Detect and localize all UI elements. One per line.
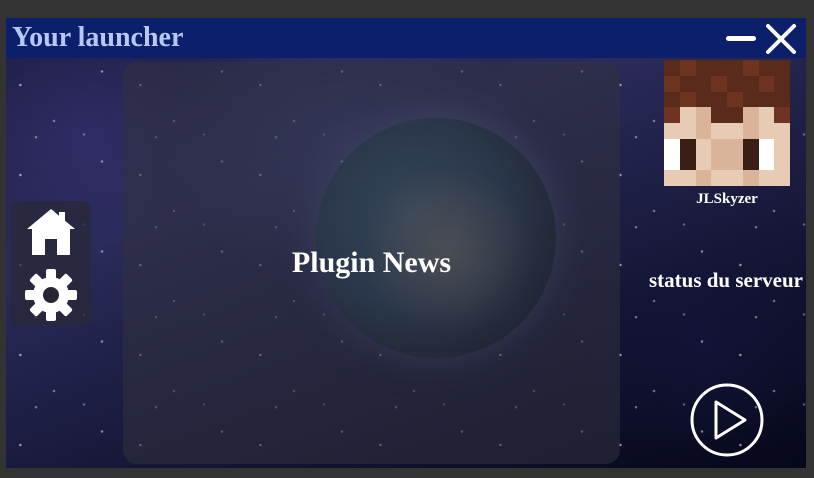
avatar-pixel — [711, 60, 727, 76]
avatar-pixel — [679, 138, 696, 155]
avatar-pixel — [774, 170, 790, 186]
avatar-pixel — [679, 60, 696, 76]
avatar-pixel — [774, 138, 790, 155]
avatar-pixel — [774, 91, 790, 108]
avatar-pixel — [711, 75, 727, 92]
server-status: status du serveur — [648, 268, 803, 292]
avatar-pixel — [727, 91, 743, 108]
avatar-pixel — [664, 75, 680, 92]
avatar-pixel — [727, 154, 743, 171]
play-icon — [690, 383, 764, 457]
avatar-pixel — [711, 91, 727, 108]
avatar-pixel — [679, 170, 696, 186]
title-bar[interactable]: Your launcher — [6, 18, 806, 58]
avatar-pixel — [711, 170, 727, 186]
avatar-pixel — [679, 91, 696, 108]
avatar-pixel — [695, 60, 712, 76]
avatar-pixel — [727, 107, 743, 123]
avatar-pixel — [664, 154, 680, 171]
avatar-pixel — [664, 123, 680, 139]
avatar-pixel — [774, 60, 790, 76]
avatar-pixel — [727, 138, 743, 155]
avatar-pixel — [695, 154, 712, 171]
side-menu — [11, 201, 91, 326]
avatar-pixel — [774, 154, 790, 171]
avatar-pixel — [679, 107, 696, 123]
avatar-pixel — [664, 91, 680, 108]
home-button[interactable] — [23, 205, 79, 259]
avatar-pixel — [742, 170, 759, 186]
avatar-pixel — [727, 123, 743, 139]
minimize-button[interactable] — [724, 22, 758, 54]
avatar-pixel — [742, 91, 759, 108]
avatar-pixel — [742, 138, 759, 155]
avatar-pixel — [742, 60, 759, 76]
avatar-pixel — [727, 60, 743, 76]
gear-icon — [25, 269, 77, 321]
avatar-pixel — [679, 123, 696, 139]
avatar-pixel — [695, 91, 712, 108]
avatar-pixel — [774, 107, 790, 123]
avatar-pixel — [758, 107, 775, 123]
avatar-pixel — [695, 107, 712, 123]
avatar-pixel — [664, 170, 680, 186]
avatar-pixel — [742, 154, 759, 171]
settings-button[interactable] — [23, 267, 79, 323]
avatar-pixel — [758, 91, 775, 108]
avatar-pixel — [664, 107, 680, 123]
avatar-pixel — [695, 123, 712, 139]
avatar-pixel — [664, 60, 680, 76]
close-button[interactable] — [764, 22, 798, 56]
avatar-pixel — [679, 75, 696, 92]
avatar-pixel — [774, 123, 790, 139]
avatar-pixel — [711, 154, 727, 171]
avatar-pixel — [758, 123, 775, 139]
avatar-pixel — [758, 60, 775, 76]
play-button[interactable] — [689, 382, 765, 458]
avatar-pixel — [774, 75, 790, 92]
avatar-pixel — [727, 170, 743, 186]
avatar-pixel — [679, 154, 696, 171]
news-panel: Plugin News — [123, 62, 620, 464]
avatar-pixel — [758, 75, 775, 92]
news-title: Plugin News — [291, 246, 452, 279]
avatar-pixel — [664, 138, 680, 155]
avatar-pixel — [758, 138, 775, 155]
avatar-pixel — [742, 107, 759, 123]
avatar-pixel — [695, 170, 712, 186]
close-icon — [766, 24, 796, 54]
launcher-window: Your launcher Plugin News JLSkyzer statu… — [6, 18, 806, 468]
avatar-pixel — [711, 123, 727, 139]
avatar-pixel — [758, 154, 775, 171]
app-title: Your launcher — [12, 22, 184, 53]
avatar — [664, 60, 790, 186]
avatar-pixel — [742, 123, 759, 139]
avatar-pixel — [727, 75, 743, 92]
avatar-pixel — [695, 138, 712, 155]
avatar-pixel — [695, 75, 712, 92]
avatar-pixel — [758, 170, 775, 186]
avatar-pixel — [711, 107, 727, 123]
username: JLSkyzer — [696, 191, 758, 207]
minimize-icon — [726, 36, 756, 41]
avatar-pixel — [742, 75, 759, 92]
home-icon — [27, 209, 75, 255]
avatar-pixel — [711, 138, 727, 155]
